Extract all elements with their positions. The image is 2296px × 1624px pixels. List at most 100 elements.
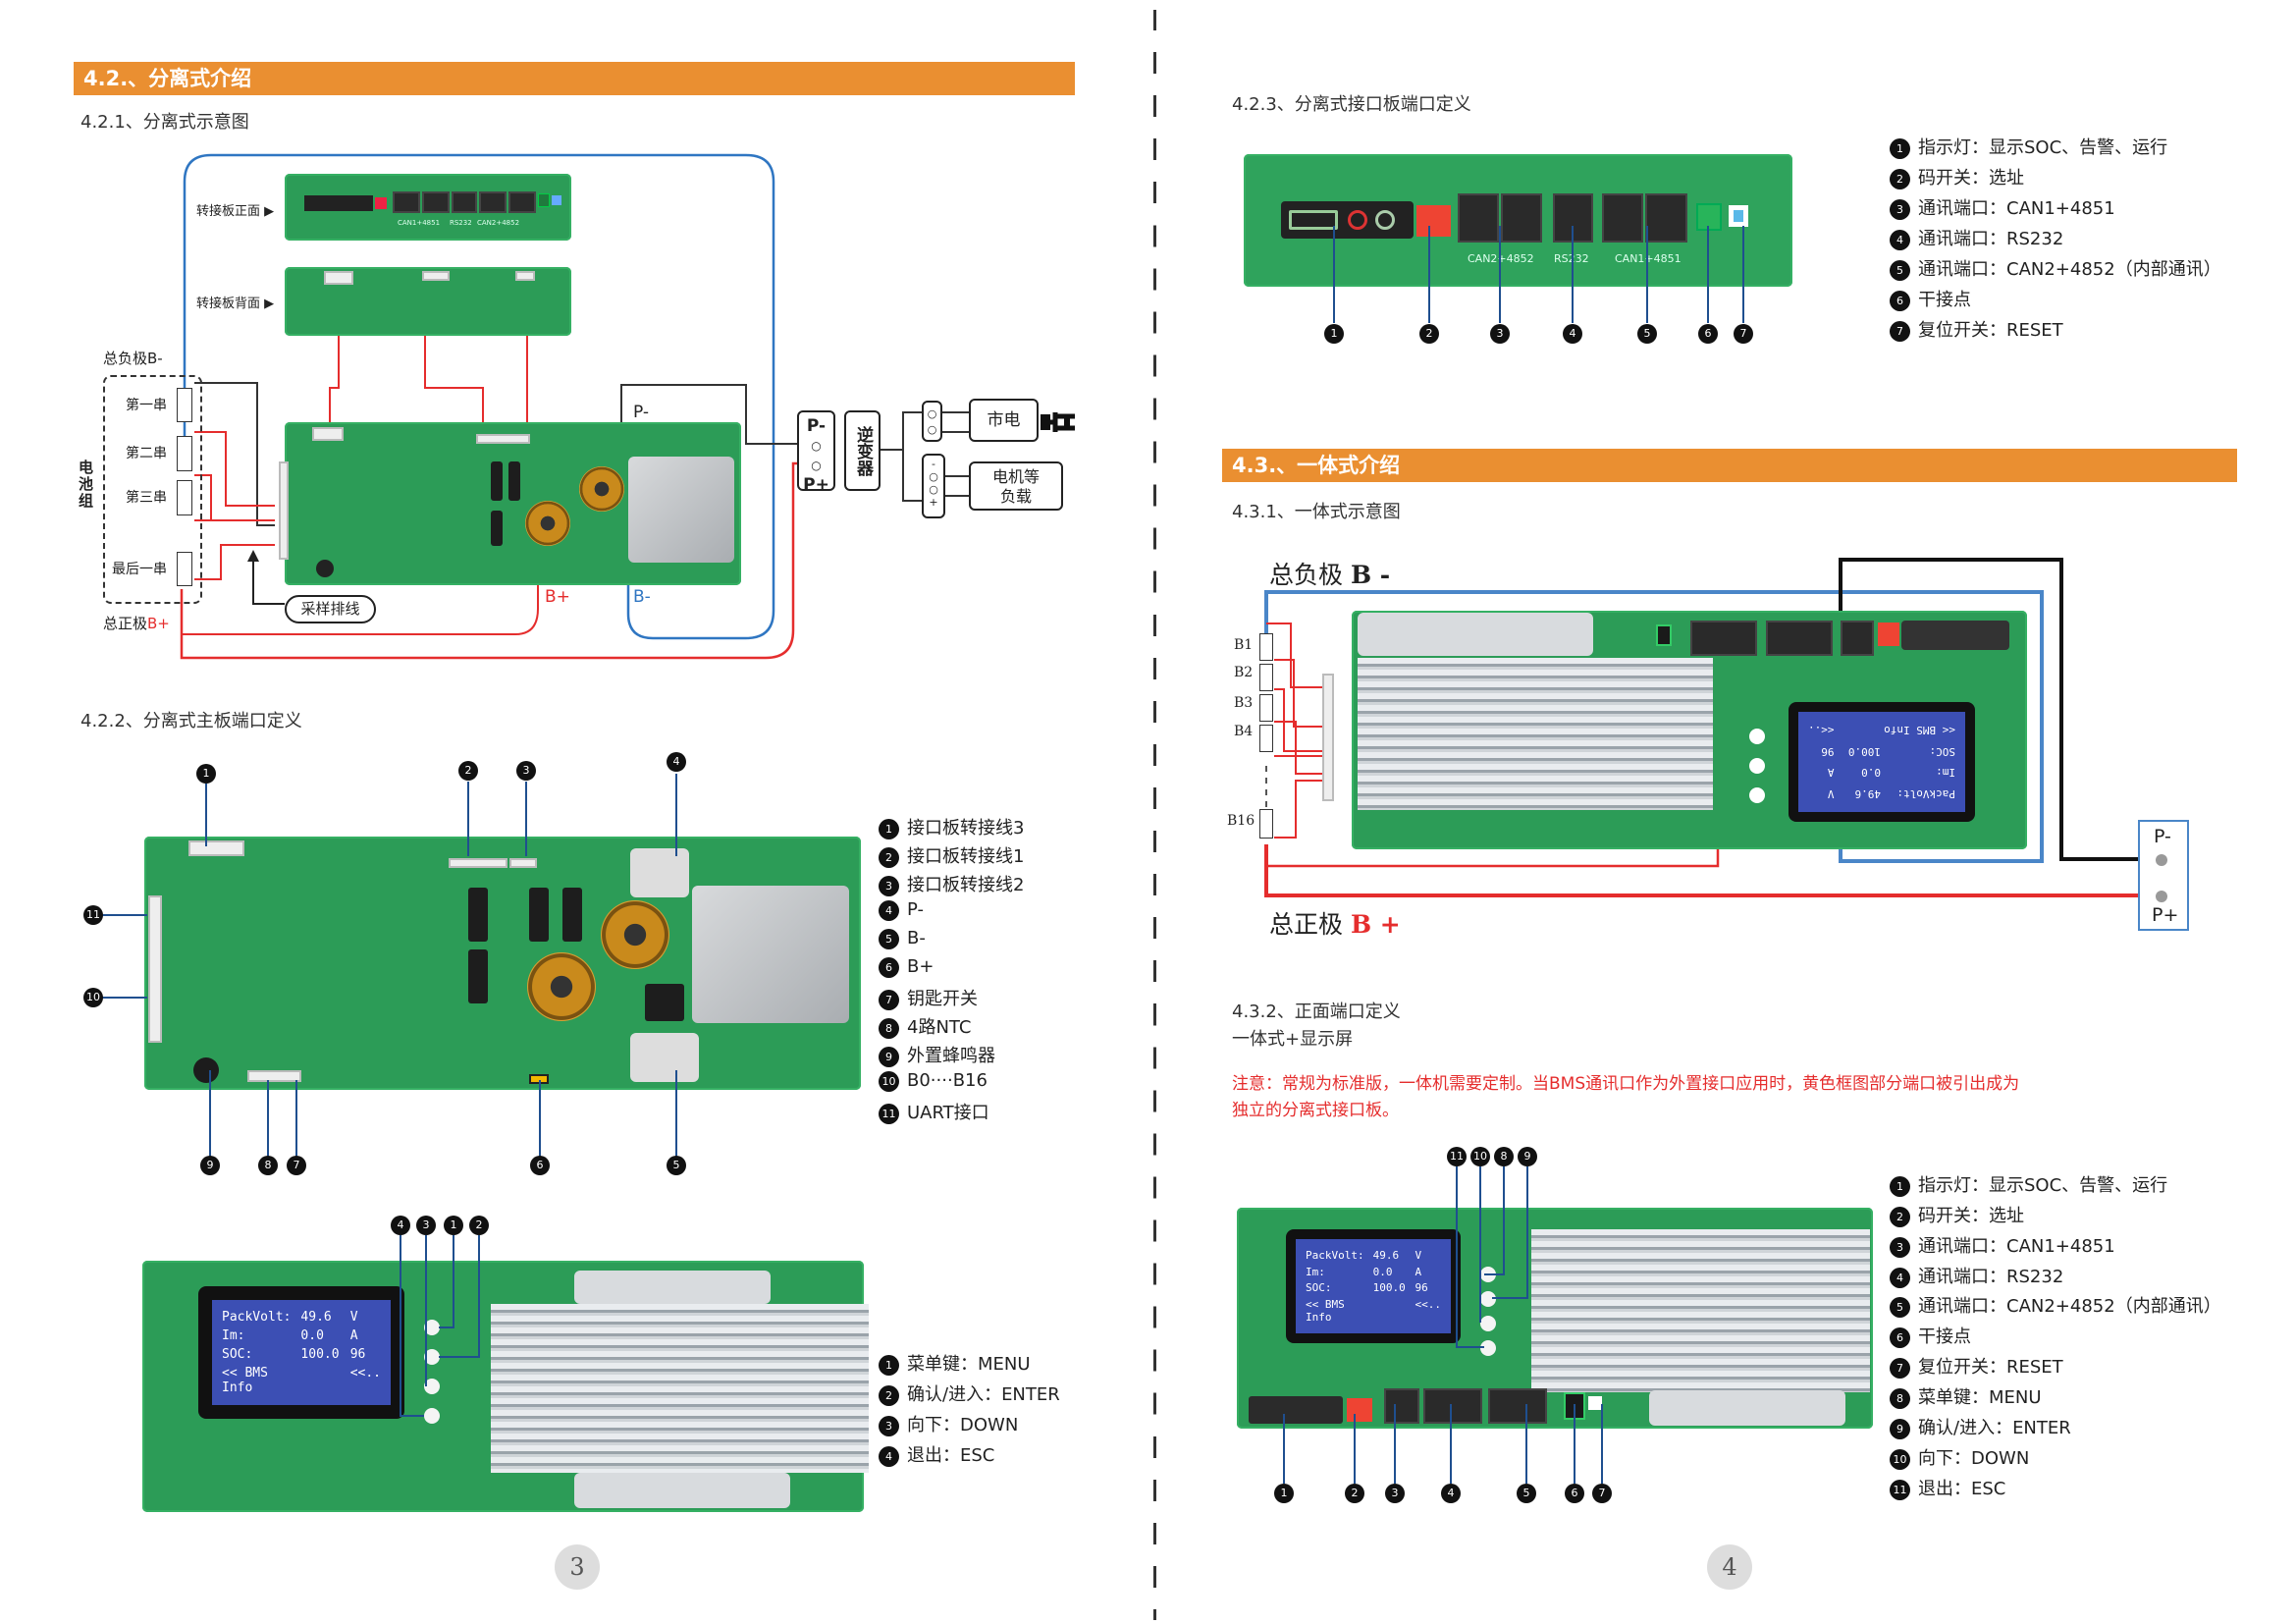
callout-1: 1 xyxy=(444,1216,463,1235)
menu-button[interactable] xyxy=(424,1320,440,1335)
plug-icon xyxy=(1041,414,1070,430)
reset-button[interactable] xyxy=(1588,1396,1602,1410)
legend-item: 1 指示灯：显示SOC、告警、运行 xyxy=(1890,1171,2167,1197)
menu-button[interactable] xyxy=(1480,1267,1496,1282)
page-number: 3 xyxy=(555,1544,600,1590)
legend-number: 2 xyxy=(1890,169,1910,189)
esc-button[interactable] xyxy=(1480,1340,1496,1356)
p-minus-label: P- xyxy=(2154,826,2171,847)
legend-text: 复位开关：RESET xyxy=(1918,320,2063,341)
down-button[interactable] xyxy=(424,1379,440,1394)
legend-item: 5 通讯端口：CAN2+4852（内部通讯） xyxy=(1890,255,2221,281)
interface-board-front: CAN1+4851 RS232 CAN2+4852 xyxy=(285,174,571,241)
callout-2: 2 xyxy=(458,761,478,781)
legend-item: 5 通讯端口：CAN2+4852（内部通讯） xyxy=(1890,1292,2221,1318)
callout-6: 6 xyxy=(1565,1484,1584,1503)
callout-7: 7 xyxy=(287,1156,306,1175)
minus-sign: - xyxy=(932,458,935,470)
callout-1: 1 xyxy=(196,764,216,784)
esc-button[interactable] xyxy=(424,1408,440,1424)
indicator-panel xyxy=(1249,1396,1343,1424)
p-minus-terminal: P- xyxy=(806,416,827,436)
sampling-cable-label: 采样排线 xyxy=(285,595,376,623)
dry-contact-terminal xyxy=(1696,203,1722,231)
cell-label: 最后一串 xyxy=(112,562,167,577)
heading-4-2-3: 4.2.3、分离式接口板端口定义 xyxy=(1232,94,1471,115)
heading-4-3-1: 4.3.1、一体式示意图 xyxy=(1232,502,1401,522)
battery-cell xyxy=(1259,725,1273,752)
legend-text: 接口板转接线2 xyxy=(907,875,1025,895)
legend-text: 向下：DOWN xyxy=(1918,1448,2030,1469)
integrated-board-front: PackVolt: 49.6 V Im: 0.0 A SOC: 100.0 96 << BMS I… xyxy=(1237,1208,1873,1429)
lcd-text: 100.0 xyxy=(300,1347,340,1362)
total-positive-text: 总正极 xyxy=(103,615,148,632)
legend-text: 退出：ESC xyxy=(1918,1479,2006,1499)
plus-sign: + xyxy=(929,496,938,509)
lcd-text: V xyxy=(349,1310,358,1325)
legend-item: 7 钥匙开关 xyxy=(879,985,978,1010)
enter-button[interactable] xyxy=(1480,1291,1496,1307)
enter-button[interactable] xyxy=(424,1349,440,1365)
inverter-box: 逆变器 xyxy=(844,410,881,491)
cell-label: 第三串 xyxy=(126,490,167,506)
front-board-label: 转接板正面 ▶ xyxy=(196,204,275,219)
callout-3: 3 xyxy=(516,761,536,781)
legend-item: 1 指示灯：显示SOC、告警、运行 xyxy=(1890,134,2167,159)
legend-text: P- xyxy=(907,899,924,920)
lcd-text: 96 xyxy=(349,1347,366,1362)
legend-text: B- xyxy=(907,928,926,948)
callout-7: 7 xyxy=(1592,1484,1612,1503)
legend-number: 7 xyxy=(1890,1358,1910,1379)
legend-number: 4 xyxy=(879,900,899,921)
callout-2: 2 xyxy=(469,1216,489,1235)
legend-item: 2 确认/进入：ENTER xyxy=(879,1380,1060,1406)
legend-item: 2 接口板转接线1 xyxy=(879,842,1024,868)
legend-item: 4 通讯端口：RS232 xyxy=(1890,225,2063,250)
dip-switch[interactable] xyxy=(1416,205,1451,237)
legend-text: 码开关：选址 xyxy=(1918,168,2024,189)
lcd-text: << BMS Info xyxy=(222,1366,268,1395)
battery-cell xyxy=(1259,809,1273,839)
total-positive-label: 总正极B+ xyxy=(103,613,170,633)
legend-text: 接口板转接线3 xyxy=(907,818,1025,839)
legend-item: 3 通讯端口：CAN1+4851 xyxy=(1890,1232,2115,1258)
callout-10: 10 xyxy=(1470,1147,1490,1166)
legend-number: 4 xyxy=(879,1446,899,1467)
lcd-display: PackVolt: 49.6 V Im: 0.0 A SOC: 100.0 96 << BM… xyxy=(198,1286,404,1419)
callout-4: 4 xyxy=(1563,324,1582,344)
battery-cell xyxy=(177,388,192,422)
legend-item: 11 退出：ESC xyxy=(1890,1475,2005,1500)
cell-label: 第一串 xyxy=(126,398,167,413)
lcd-text: SOC: xyxy=(222,1347,253,1362)
cell-label: B4 xyxy=(1234,724,1254,739)
legend-number: 10 xyxy=(879,1071,899,1092)
indicator-panel xyxy=(1281,201,1414,239)
callout-8: 8 xyxy=(258,1156,278,1175)
reset-button[interactable] xyxy=(1729,205,1748,227)
port-label: RS232 xyxy=(1554,252,1589,265)
legend-item: 2 码开关：选址 xyxy=(1890,164,2024,189)
legend-number: 6 xyxy=(879,957,899,978)
main-board xyxy=(144,837,861,1090)
interface-board: CAN2+4852 RS232 CAN1+4851 xyxy=(1244,154,1792,287)
legend-item: 1 菜单键：MENU xyxy=(879,1350,1031,1376)
legend-item: 11 UART接口 xyxy=(879,1099,989,1124)
total-negative-label: 总负极B- xyxy=(103,350,163,367)
down-button[interactable] xyxy=(1480,1316,1496,1331)
legend-number: 8 xyxy=(879,1018,899,1039)
total-positive-text: 总正极 xyxy=(1269,910,1344,939)
legend-item: 7 复位开关：RESET xyxy=(1890,1353,2063,1379)
heading-4-2-1: 4.2.1、分离式示意图 xyxy=(80,112,249,133)
back-board-label: 转接板背面 ▶ xyxy=(196,297,275,311)
legend-number: 9 xyxy=(1890,1419,1910,1439)
heading-4-3-2: 4.3.2、正面端口定义 xyxy=(1232,1001,1401,1022)
section-title-4-3: 4.3.、一体式介绍 xyxy=(1222,449,2237,482)
b-plus-text: B + xyxy=(1350,910,1401,939)
p-plus-terminal: P+ xyxy=(803,475,829,495)
heading-4-2-2: 4.2.2、分离式主板端口定义 xyxy=(80,711,302,731)
legend-item: 4 退出：ESC xyxy=(879,1441,994,1467)
battery-cell xyxy=(1259,664,1273,691)
legend-text: 干接点 xyxy=(1918,290,1971,310)
dip-switch[interactable] xyxy=(1347,1398,1372,1422)
callout-4: 4 xyxy=(1441,1484,1461,1503)
